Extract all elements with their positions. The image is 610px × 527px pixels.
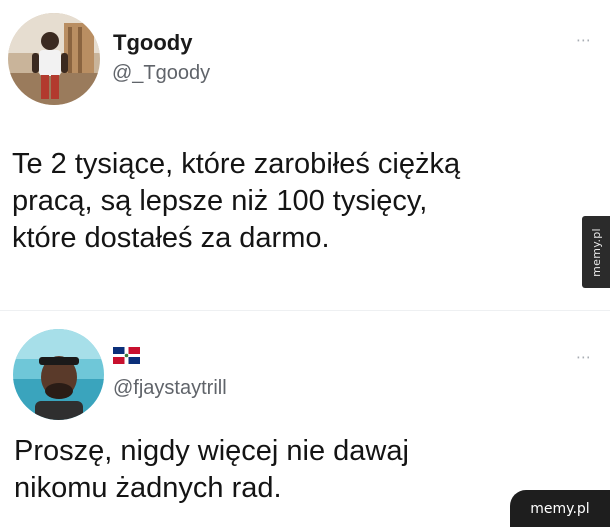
side-watermark-label: memy.pl	[589, 227, 603, 277]
dominican-republic-flag-icon	[113, 347, 140, 364]
tweet1-text: Te 2 tysiące, które zarobiłeś ciężką pra…	[12, 146, 460, 257]
corner-watermark: memy.pl	[510, 490, 610, 527]
more-options-icon[interactable]: ⋯	[576, 31, 593, 49]
tweet1-handle[interactable]: @_Tgoody	[112, 62, 210, 85]
tweet-divider	[0, 310, 610, 311]
tweet2-line: nikomu żadnych rad.	[14, 472, 282, 504]
tweet2-line: Proszę, nigdy więcej nie dawaj	[14, 435, 409, 467]
profile-photo-icon	[8, 13, 100, 105]
tweet2-text: Proszę, nigdy więcej nie dawaj nikomu ża…	[14, 433, 409, 507]
side-watermark: memy.pl	[582, 216, 610, 288]
more-options-icon[interactable]: ⋯	[576, 348, 593, 366]
tweet1-line: które dostałeś za darmo.	[12, 222, 330, 254]
corner-watermark-label: memy.pl	[530, 500, 590, 517]
tweet1-line: Te 2 tysiące, które zarobiłeś ciężką	[12, 148, 461, 180]
tweet1-avatar[interactable]	[8, 13, 100, 105]
tweet2-handle[interactable]: @fjaystaytrill	[113, 377, 227, 400]
profile-photo-icon	[13, 329, 104, 420]
tweet1-display-name[interactable]: Tgoody	[113, 30, 192, 56]
tweet1-line: pracą, są lepsze niż 100 tysięcy,	[12, 185, 428, 217]
tweet2-avatar[interactable]	[13, 329, 104, 420]
